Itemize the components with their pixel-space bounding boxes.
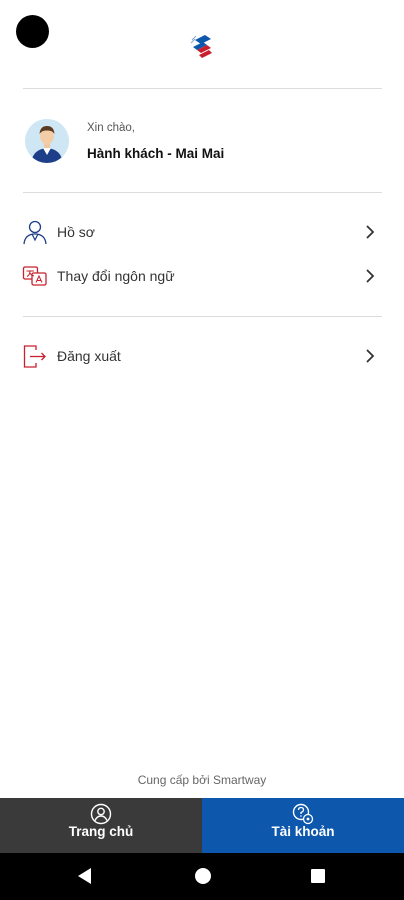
provided-by-text: Cung cấp bởi Smartway [137,773,267,787]
system-navigation-bar [0,853,404,900]
chevron-right-icon [366,225,375,239]
user-greeting: Xin chào, Hành khách - Mai Mai [25,119,385,165]
menu-item-logout[interactable]: Đăng xuất [22,340,382,374]
menu-item-logout-label: Đăng xuất [57,348,121,364]
tab-home[interactable]: Trang chủ [0,798,202,853]
home-icon[interactable] [195,868,211,884]
divider-top [23,88,382,89]
logout-icon [23,345,46,368]
translate-icon [22,266,47,286]
greeting-text: Xin chào, [87,122,135,134]
bottom-tab-bar: Trang chủ Tài khoản [0,798,404,853]
avatar-person-icon [25,119,69,163]
menu-item-language[interactable]: Thay đổi ngôn ngữ [22,260,382,294]
divider-bottom [23,316,382,317]
app-logo [190,35,212,58]
tab-account[interactable]: Tài khoản [202,798,404,853]
menu-item-language-label: Thay đổi ngôn ngữ [57,268,175,284]
user-name: Hành khách - Mai Mai [87,146,225,161]
chevron-right-icon [366,269,375,283]
person-icon [23,220,47,245]
back-icon[interactable] [76,867,94,885]
divider-middle [23,192,382,193]
avatar [25,119,69,163]
tab-home-label: Trang chủ [68,824,134,839]
menu-item-profile-label: Hồ sơ [57,224,95,240]
user-circle-icon [90,803,112,825]
account-question-icon [292,803,314,825]
chevron-right-icon [366,349,375,363]
menu-item-profile[interactable]: Hồ sơ [22,216,382,250]
recent-apps-icon[interactable] [311,869,325,883]
camera-cutout [16,15,49,48]
tab-account-label: Tài khoản [271,824,335,839]
